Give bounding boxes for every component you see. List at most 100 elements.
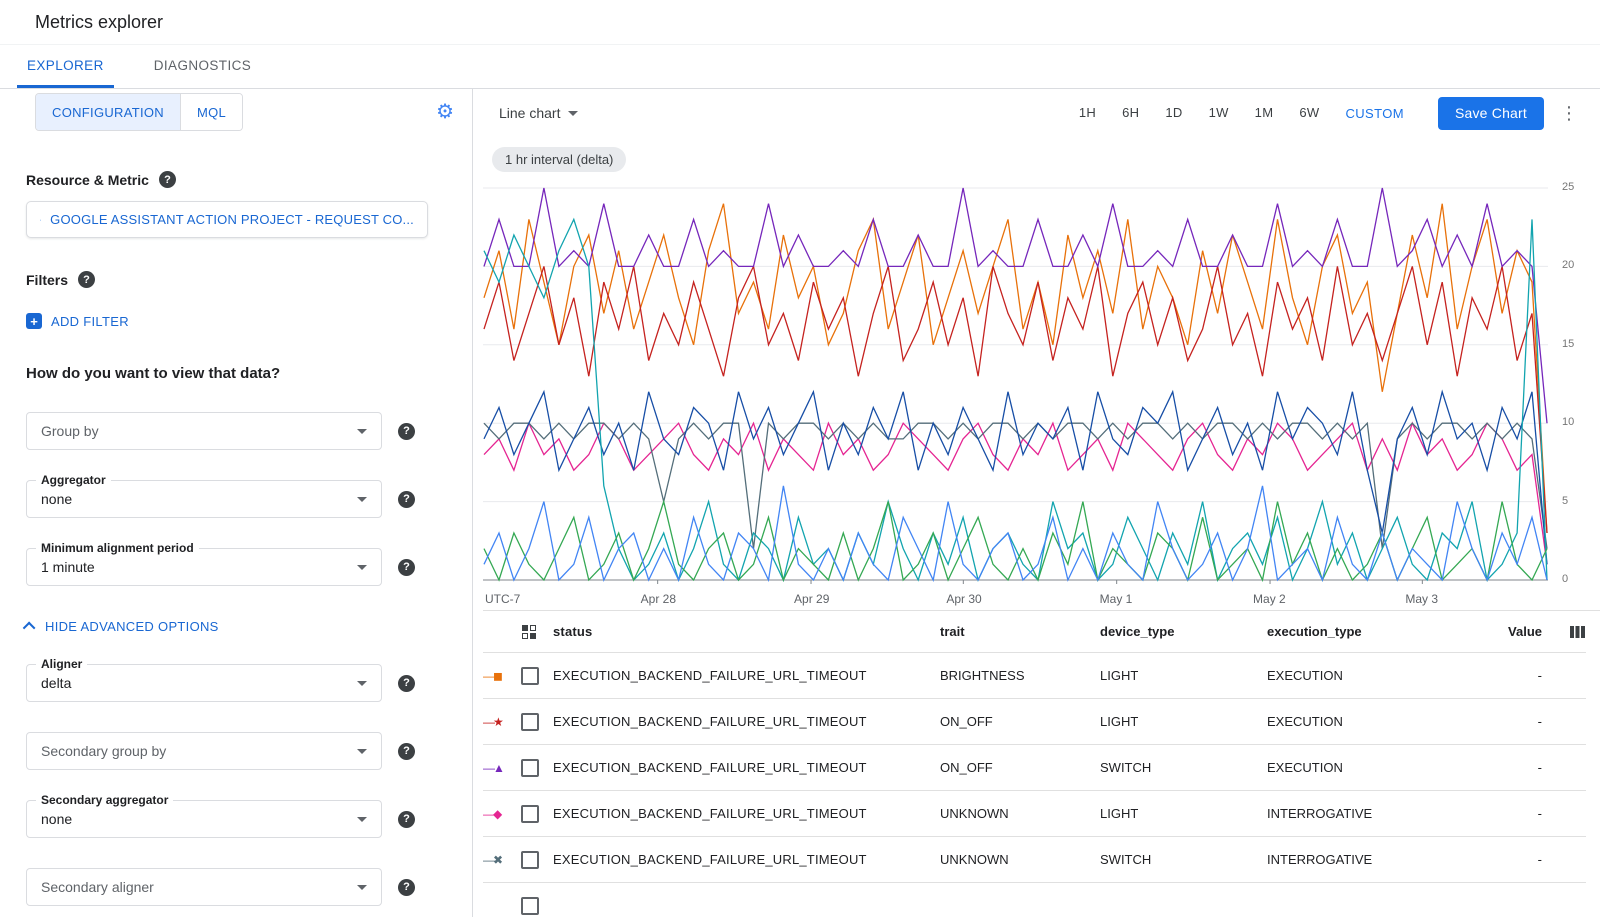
chevron-down-icon [357, 885, 367, 890]
column-settings-icon[interactable] [1569, 624, 1586, 640]
add-box-icon: + [26, 313, 42, 329]
x-axis-tick-label: Apr 28 [641, 592, 676, 606]
filters-row: Filters ? [26, 271, 472, 288]
chevron-down-icon [357, 817, 367, 822]
table-row: —✖EXECUTION_BACKEND_FAILURE_URL_TIMEOUTU… [483, 837, 1586, 883]
table-row: —★EXECUTION_BACKEND_FAILURE_URL_TIMEOUTO… [483, 699, 1586, 745]
alignment-period-select[interactable]: Minimum alignment period 1 minute [26, 548, 382, 586]
page-title: Metrics explorer [35, 12, 163, 33]
help-icon[interactable]: ? [398, 491, 415, 508]
time-range-1m[interactable]: 1M [1255, 105, 1274, 120]
x-axis-tick-label: Apr 29 [794, 592, 829, 606]
chevron-up-icon [23, 622, 36, 635]
tab-diagnostics[interactable]: DIAGNOSTICS [144, 45, 261, 88]
chart-series-line [484, 266, 1547, 533]
time-range-group: 1H 6H 1D 1W 1M 6W [1066, 104, 1333, 122]
legend-toggle-icon[interactable] [521, 624, 537, 640]
secondary-group-by-select[interactable]: Secondary group by [26, 732, 382, 770]
secondary-aggregator-select[interactable]: Secondary aggregator none [26, 800, 382, 838]
overflow-menu-icon[interactable]: ⋮ [1560, 103, 1578, 124]
trait-cell: BRIGHTNESS [940, 668, 1100, 683]
execution-type-cell: INTERROGATIVE [1267, 852, 1482, 867]
mql-tab[interactable]: MQL [180, 94, 242, 130]
table-row: —▲EXECUTION_BACKEND_FAILURE_URL_TIMEOUTO… [483, 745, 1586, 791]
x-axis-tick-label: May 3 [1405, 592, 1438, 606]
help-icon[interactable]: ? [398, 675, 415, 692]
y-axis-tick-label: 15 [1562, 338, 1574, 350]
value-cell: - [1482, 852, 1542, 867]
custom-time-button[interactable]: CUSTOM [1345, 106, 1404, 121]
help-icon[interactable]: ? [398, 743, 415, 760]
series-checkbox[interactable] [521, 897, 539, 915]
column-header-trait[interactable]: trait [940, 624, 1100, 639]
column-header-status[interactable]: status [553, 624, 940, 639]
status-cell: EXECUTION_BACKEND_FAILURE_URL_TIMEOUT [553, 714, 940, 729]
chart-series-line [484, 204, 1547, 533]
config-mql-toggle: CONFIGURATION MQL [35, 93, 243, 131]
add-filter-button[interactable]: + ADD FILTER [26, 313, 472, 329]
value-cell: - [1482, 714, 1542, 729]
secondary-aligner-select[interactable]: Secondary aligner [26, 868, 382, 906]
help-icon[interactable]: ? [398, 559, 415, 576]
table-body: —◼ EXECUTION_BACKEND_FAILURE_URL_TIMEOUT B… [483, 653, 1586, 917]
y-axis-tick-label: 0 [1562, 573, 1568, 585]
chart-type-select[interactable]: Line chart [499, 105, 578, 121]
series-checkbox[interactable] [521, 759, 539, 777]
trait-cell: UNKNOWN [940, 806, 1100, 821]
series-table: status trait device_type execution_type … [483, 610, 1600, 917]
configuration-tab[interactable]: CONFIGURATION [36, 94, 180, 130]
time-range-1d[interactable]: 1D [1165, 105, 1182, 120]
series-marker-icon: —★ [483, 715, 521, 729]
time-range-6w[interactable]: 6W [1299, 105, 1319, 120]
execution-type-cell: EXECUTION [1267, 714, 1482, 729]
series-marker-icon: —✖ [483, 853, 521, 867]
resource-metric-label: Resource & Metric [26, 172, 149, 188]
time-range-1w[interactable]: 1W [1209, 105, 1229, 120]
metric-selector-button[interactable]: GOOGLE ASSISTANT ACTION PROJECT - REQUES… [26, 201, 428, 238]
chart-panel: Line chart 1H 6H 1D 1W 1M 6W CUSTOM Save Char… [473, 89, 1600, 917]
configuration-panel: CONFIGURATION MQL ⚙ Resource & Metric ? … [0, 89, 473, 917]
series-checkbox[interactable] [521, 713, 539, 731]
table-header: status trait device_type execution_type … [483, 611, 1586, 653]
line-chart-svg[interactable] [483, 180, 1548, 586]
chart-series-line [484, 188, 1547, 423]
series-marker-icon: —▲ [483, 761, 521, 775]
interval-chip: 1 hr interval (delta) [492, 147, 626, 172]
table-row: —◼EXECUTION_BACKEND_FAILURE_URL_TIMEOUTB… [483, 653, 1586, 699]
series-checkbox[interactable] [521, 667, 539, 685]
value-cell: - [1482, 806, 1542, 821]
column-header-value[interactable]: Value [1482, 624, 1542, 639]
help-icon[interactable]: ? [398, 423, 415, 440]
resource-metric-row: Resource & Metric ? [26, 171, 472, 188]
hide-advanced-options-button[interactable]: HIDE ADVANCED OPTIONS [26, 619, 472, 634]
tab-explorer[interactable]: EXPLORER [17, 45, 114, 88]
column-header-execution-type[interactable]: execution_type [1267, 624, 1482, 639]
aggregator-select[interactable]: Aggregator none [26, 480, 382, 518]
x-axis-tick-label: May 1 [1100, 592, 1133, 606]
series-checkbox[interactable] [521, 851, 539, 869]
group-by-select[interactable]: Group by [26, 412, 382, 450]
series-marker-icon: —◆ [483, 807, 521, 821]
help-icon[interactable]: ? [159, 171, 176, 188]
value-cell: - [1482, 760, 1542, 775]
help-icon[interactable]: ? [398, 811, 415, 828]
main-split: CONFIGURATION MQL ⚙ Resource & Metric ? … [0, 89, 1600, 917]
chevron-down-icon [357, 429, 367, 434]
time-range-6h[interactable]: 6H [1122, 105, 1139, 120]
settings-gear-icon[interactable]: ⚙ [436, 102, 454, 122]
series-marker-icon: —◼ [483, 669, 521, 683]
device-type-cell: SWITCH [1100, 852, 1267, 867]
help-icon[interactable]: ? [398, 879, 415, 896]
execution-type-cell: INTERROGATIVE [1267, 806, 1482, 821]
help-icon[interactable]: ? [78, 271, 95, 288]
chart-section: 1 hr interval (delta) 0510152025Apr 28Ap… [473, 137, 1600, 610]
timezone-label: UTC-7 [485, 592, 520, 606]
save-chart-button[interactable]: Save Chart [1438, 97, 1544, 130]
status-cell: EXECUTION_BACKEND_FAILURE_URL_TIMEOUT [553, 852, 940, 867]
line-chart-area[interactable]: 0510152025Apr 28Apr 29Apr 30May 1May 2Ma… [483, 180, 1600, 610]
column-header-device-type[interactable]: device_type [1100, 624, 1267, 639]
series-checkbox[interactable] [521, 805, 539, 823]
aligner-select[interactable]: Aligner delta [26, 664, 382, 702]
y-axis-tick-label: 5 [1562, 495, 1568, 507]
time-range-1h[interactable]: 1H [1079, 105, 1096, 120]
